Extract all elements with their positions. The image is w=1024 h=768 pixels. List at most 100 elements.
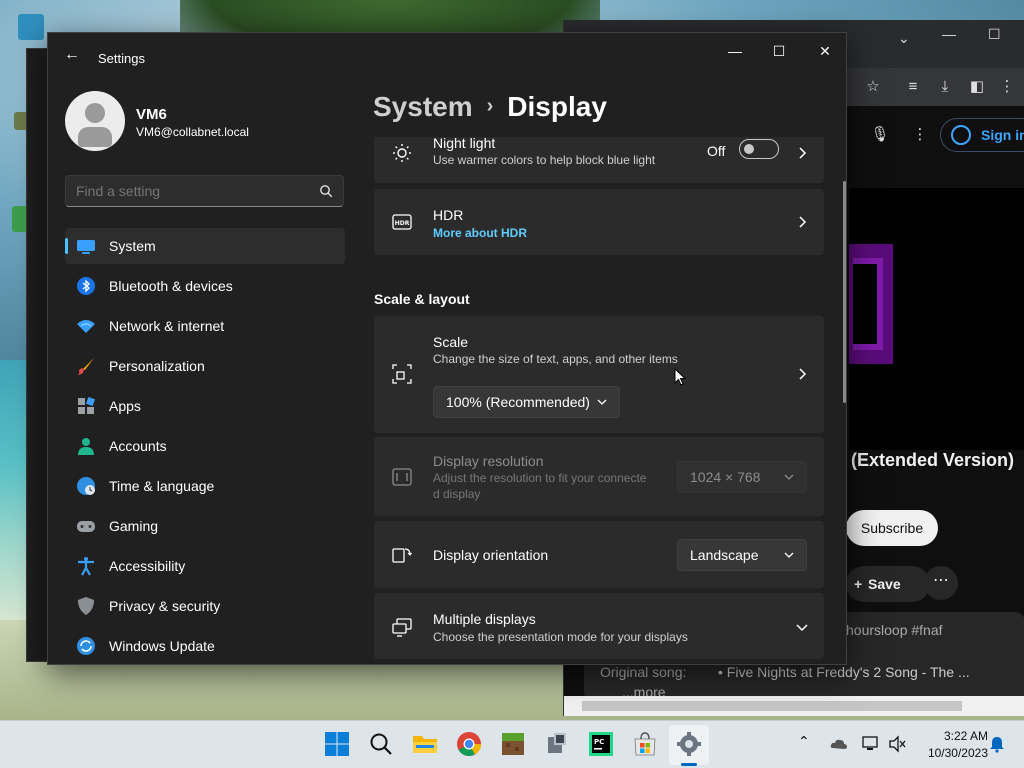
notification-bell-icon[interactable] [988,735,1006,753]
resolution-value: 1024 × 768 [690,469,761,485]
close-button[interactable]: ✕ [802,41,846,61]
desktop-icon[interactable] [18,14,44,40]
night-light-card[interactable]: Night light Use warmer colors to help bl… [374,137,824,183]
signin-button[interactable]: Sign in [940,118,1024,152]
scrollbar-thumb[interactable] [582,701,962,711]
sidebar-item-label: Personalization [109,358,205,374]
sidebar-item-privacy[interactable]: Privacy & security [65,588,345,624]
sidebar-item-system[interactable]: System [65,228,345,264]
chevron-down-icon[interactable] [796,621,808,633]
avatar[interactable] [65,91,125,151]
orientation-card[interactable]: Display orientation Landscape [374,521,824,588]
night-light-toggle[interactable] [739,139,779,159]
browser-maximize-button[interactable]: ☐ [988,26,1001,43]
multiple-displays-card[interactable]: Multiple displays Choose the presentatio… [374,593,824,659]
orientation-dropdown[interactable]: Landscape [677,539,807,571]
video-title[interactable]: (Extended Version) [851,450,1014,471]
bookmark-star-icon[interactable]: ☆ [862,76,884,98]
maximize-button[interactable]: ☐ [756,41,802,61]
onedrive-icon[interactable] [830,735,848,753]
sidebar-item-apps[interactable]: Apps [65,388,345,424]
back-arrow-icon[interactable]: ← [64,47,80,63]
active-app-indicator [681,763,697,766]
save-button[interactable]: + Save [846,566,930,602]
vertical-scrollbar[interactable] [843,181,846,403]
download-icon[interactable]: ⤓ [934,76,956,98]
accessibility-icon [78,557,94,576]
mouse-cursor-icon [674,368,686,386]
sidebar-item-network[interactable]: Network & internet [65,308,345,344]
sidebar-item-time-language[interactable]: Time & language [65,468,345,504]
original-song-link[interactable]: • Five Nights at Freddy's 2 Song - The .… [718,664,970,680]
hdr-card[interactable]: HDR HDR More about HDR [374,189,824,255]
scale-dropdown[interactable]: 100% (Recommended) [433,386,620,418]
clock-time[interactable]: 3:22 AM [928,729,988,743]
sidebar-item-label: Privacy & security [109,598,221,614]
chevron-right-icon[interactable] [796,368,808,380]
sidebar-item-bluetooth[interactable]: Bluetooth & devices [65,268,345,304]
browser-minimize-button[interactable]: — [942,26,956,42]
orientation-value: Landscape [690,547,759,563]
gamepad-icon [77,521,95,532]
brightness-icon [393,144,411,162]
chevron-right-icon[interactable] [796,147,808,159]
multiple-displays-subtitle: Choose the presentation mode for your di… [433,630,688,644]
toggle-knob [744,144,754,154]
search-input[interactable] [76,183,306,199]
resolution-dropdown[interactable]: 1024 × 768 [677,461,807,493]
pycharm-icon[interactable]: PC [588,731,614,757]
settings-window: ← Settings — ☐ ✕ VM6 VM6@collabnet.local… [47,32,847,665]
titlebar[interactable]: ← Settings — ☐ ✕ [48,33,846,83]
chevron-down-icon [784,552,794,558]
sidebar-item-accounts[interactable]: Accounts [65,428,345,464]
night-light-title: Night light [433,137,496,151]
chevron-down-icon [597,399,607,405]
browser-menu-icon[interactable]: ⋮ [996,76,1018,98]
start-icon[interactable] [324,731,350,757]
more-options-icon[interactable]: ⋮ [909,124,931,146]
description-tags[interactable]: hoursloop #fnaf [846,622,943,638]
subscribe-button[interactable]: Subscribe [846,510,938,546]
file-explorer-icon[interactable] [412,731,438,757]
settings-content: Night light Use warmer colors to help bl… [374,137,824,664]
store-icon[interactable] [632,731,658,757]
tray-overflow-icon[interactable]: ⌃ [798,733,814,749]
clock-date[interactable]: 10/30/2023 [918,746,988,760]
sidebar-item-windows-update[interactable]: Windows Update [65,628,345,664]
horizontal-scrollbar[interactable] [564,696,1024,716]
orientation-icon [392,548,412,563]
system-icon [77,240,95,254]
tab-dropdown-icon[interactable]: ⌄ [898,30,910,47]
app-icon[interactable] [544,731,570,757]
scale-title: Scale [433,334,469,350]
minecraft-icon[interactable] [500,731,526,757]
video-player[interactable] [849,188,1024,450]
chevron-right-icon[interactable] [796,216,808,228]
profile-email: VM6@collabnet.local [136,125,249,139]
search-icon[interactable] [319,184,333,198]
network-icon[interactable] [862,735,880,753]
scale-value: 100% (Recommended) [446,394,590,410]
search-icon[interactable] [368,731,394,757]
section-scale-layout: Scale & layout [374,291,470,307]
save-label: Save [868,576,901,592]
chrome-icon[interactable] [456,731,482,757]
sidebar-item-gaming[interactable]: Gaming [65,508,345,544]
more-actions-button[interactable]: ⋯ [924,566,958,600]
sidebar-item-label: Accounts [109,438,167,454]
update-icon [77,637,95,655]
sidebar-item-accessibility[interactable]: Accessibility [65,548,345,584]
settings-icon[interactable] [676,731,702,757]
volume-muted-icon[interactable] [888,735,906,753]
reading-list-icon[interactable]: ≡ [902,76,924,98]
breadcrumb-parent[interactable]: System [373,91,473,122]
scale-card[interactable]: Scale Change the size of text, apps, and… [374,316,824,433]
sidebar-item-personalization[interactable]: Personalization [65,348,345,384]
breadcrumb: System › Display [373,91,607,123]
minimize-button[interactable]: — [712,41,758,61]
sidepanel-icon[interactable]: ◧ [966,76,988,98]
voice-search-icon[interactable]: 🎙 [869,124,891,146]
search-box[interactable] [65,175,344,207]
hdr-learn-more-link[interactable]: More about HDR [433,226,527,240]
wifi-icon [77,320,95,333]
